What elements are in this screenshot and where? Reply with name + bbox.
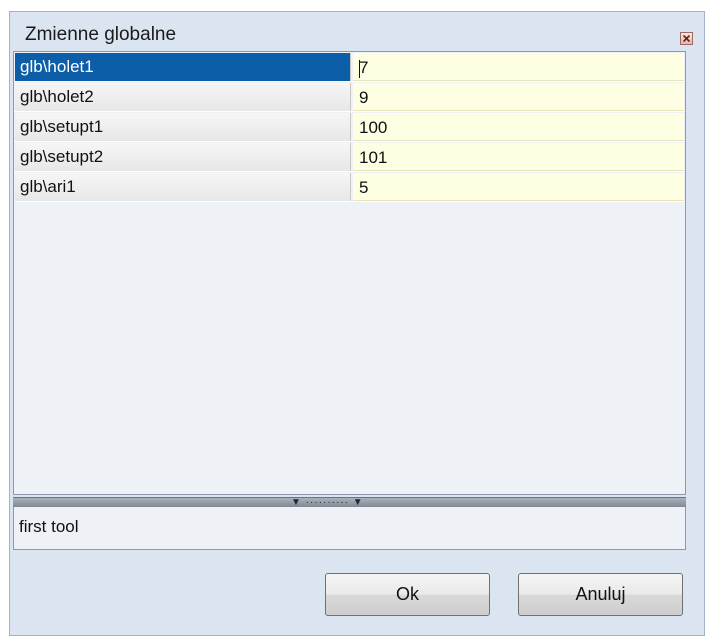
variable-name-cell[interactable]: glb\holet2 (15, 83, 351, 111)
table-row[interactable]: glb\setupt1 100 (14, 112, 685, 142)
table-row[interactable]: glb\setupt2 101 (14, 142, 685, 172)
variable-value-cell[interactable]: 9 (353, 83, 684, 111)
variable-value-cell[interactable]: 7 (353, 53, 684, 81)
variable-name-cell[interactable]: glb\ari1 (15, 173, 351, 201)
ok-button[interactable]: Ok (325, 573, 490, 616)
variables-grid: glb\holet1 7 glb\holet2 9 glb\setupt1 10… (13, 51, 686, 495)
text-cursor (359, 59, 361, 78)
table-row[interactable]: glb\ari1 5 (14, 172, 685, 202)
close-button[interactable] (680, 32, 693, 45)
window-title: Zmienne globalne (25, 24, 177, 45)
table-row[interactable]: glb\holet2 9 (14, 82, 685, 112)
variable-value-cell[interactable]: 100 (353, 113, 684, 141)
variable-value-cell[interactable]: 101 (353, 143, 684, 171)
variable-name-cell[interactable]: glb\setupt2 (15, 143, 351, 171)
variable-name-cell[interactable]: glb\setupt1 (15, 113, 351, 141)
table-row[interactable]: glb\holet1 7 (14, 52, 685, 82)
cancel-button[interactable]: Anuluj (518, 573, 683, 616)
description-splitter[interactable]: ▼ ·········· ▼ (13, 497, 686, 508)
close-icon (682, 34, 691, 43)
variable-value-cell[interactable]: 5 (353, 173, 684, 201)
title-bar[interactable]: Zmienne globalne (10, 12, 704, 54)
variable-name-cell[interactable]: glb\holet1 (15, 53, 351, 81)
description-panel: first tool (13, 507, 686, 550)
